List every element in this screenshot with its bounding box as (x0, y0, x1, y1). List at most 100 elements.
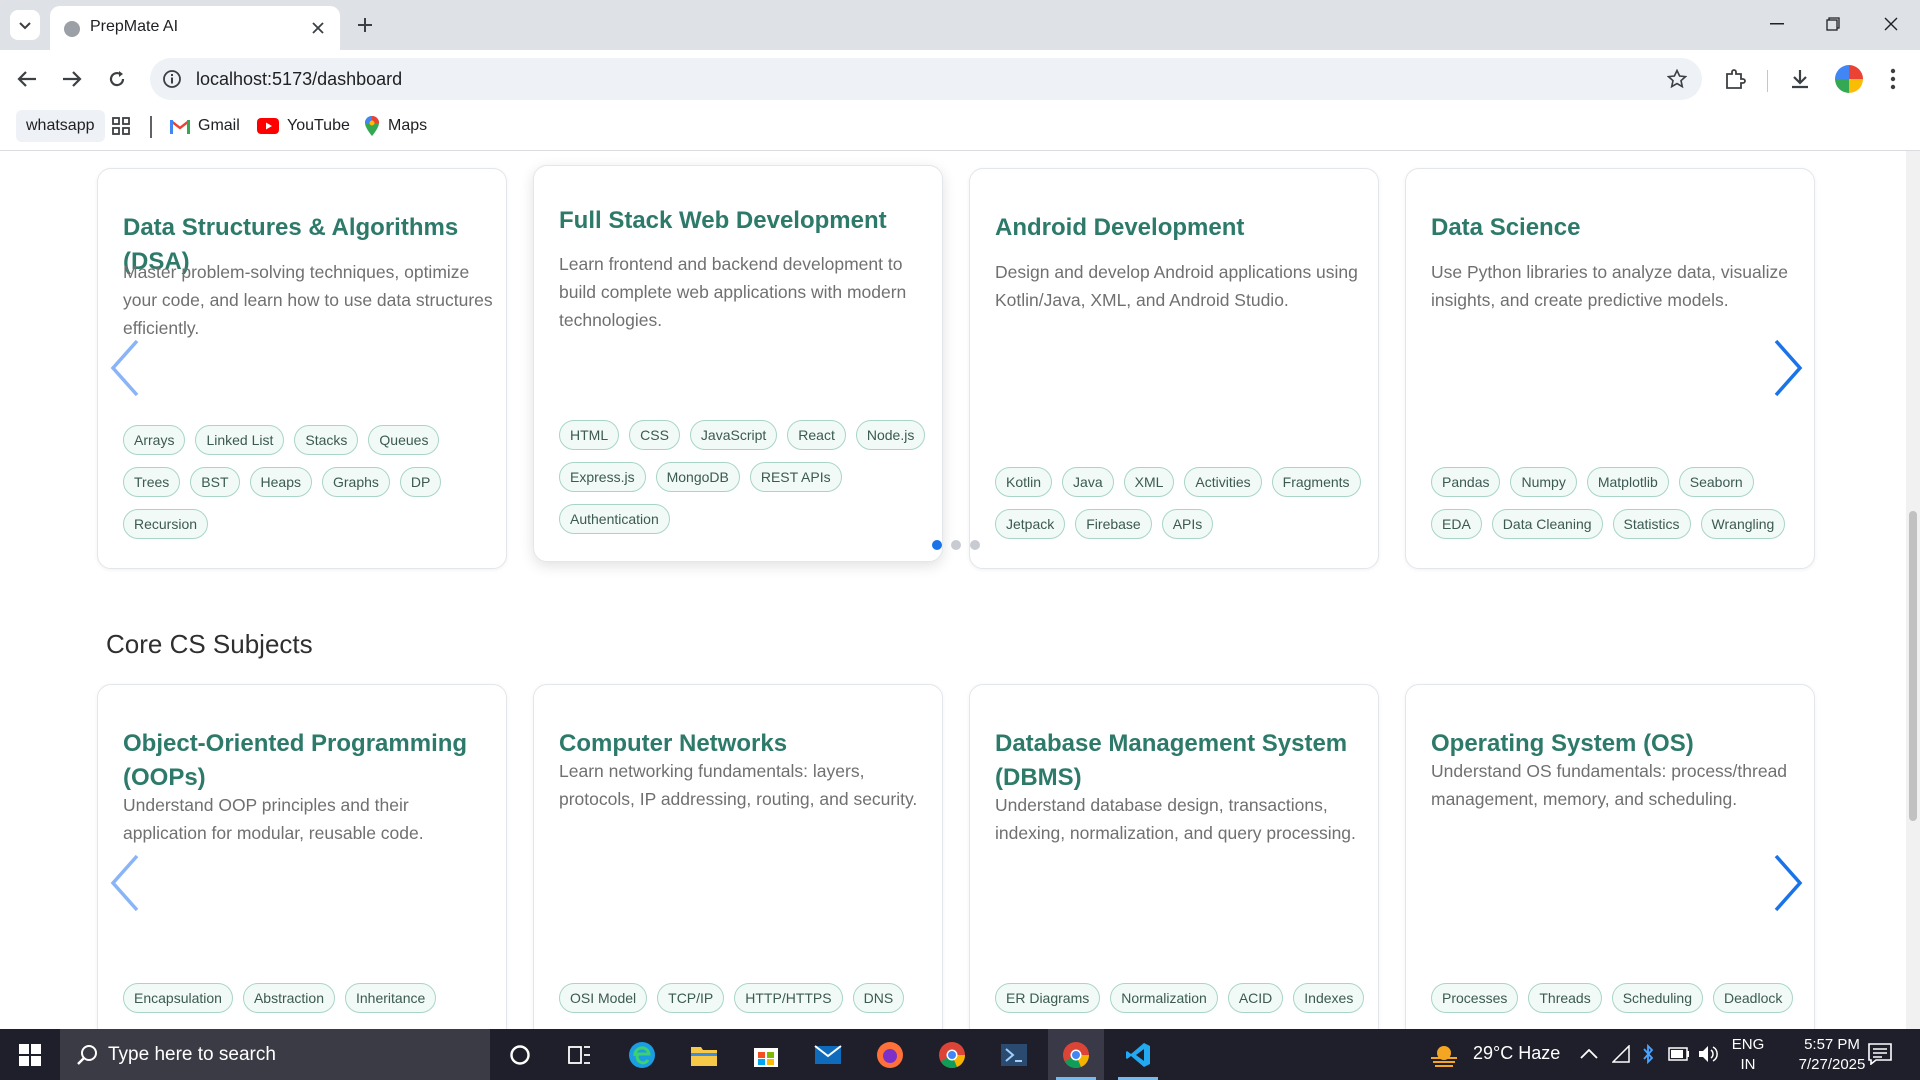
topic-tag[interactable]: EDA (1431, 509, 1482, 539)
topic-tag[interactable]: Threads (1528, 983, 1602, 1013)
subject-card-networks[interactable]: Computer Networks Learn networking funda… (533, 684, 943, 1029)
topic-tag[interactable]: Wrangling (1700, 509, 1786, 539)
course-card-android[interactable]: Android Development Design and develop A… (969, 168, 1379, 569)
store-app[interactable] (738, 1029, 794, 1080)
carousel-prev-button[interactable] (105, 336, 145, 400)
topic-tag[interactable]: React (787, 420, 846, 450)
topic-tag[interactable]: Recursion (123, 509, 209, 539)
topic-tag[interactable]: CSS (629, 420, 680, 450)
topic-tag[interactable]: Java (1062, 467, 1114, 497)
topic-tag[interactable]: Matplotlib (1586, 467, 1669, 497)
new-tab-button[interactable] (350, 10, 380, 40)
notification-icon[interactable] (1868, 1043, 1892, 1065)
topic-tag[interactable]: Trees (123, 467, 181, 497)
edge-app[interactable] (614, 1029, 670, 1080)
wifi-icon[interactable] (1612, 1045, 1630, 1063)
topic-tag[interactable]: APIs (1161, 509, 1214, 539)
forward-button[interactable] (55, 62, 89, 96)
topic-tag[interactable]: MongoDB (655, 462, 740, 492)
topic-tag[interactable]: ACID (1227, 983, 1284, 1013)
topic-tag[interactable]: Indexes (1293, 983, 1365, 1013)
subject-card-dbms[interactable]: Database Management System (DBMS) Unders… (969, 684, 1379, 1029)
volume-icon[interactable] (1698, 1045, 1718, 1063)
topic-tag[interactable]: ER Diagrams (995, 983, 1101, 1013)
codeblocks-app[interactable] (986, 1029, 1042, 1080)
tab-close-button[interactable] (306, 16, 330, 40)
topic-tag[interactable]: BST (190, 467, 240, 497)
bookmark-star-button[interactable] (1664, 66, 1690, 92)
topic-tag[interactable]: Deadlock (1713, 983, 1794, 1013)
subject-card-oops[interactable]: Object-Oriented Programming (OOPs) Under… (97, 684, 507, 1029)
minimize-button[interactable] (1754, 8, 1800, 40)
start-button[interactable] (0, 1029, 60, 1080)
course-card-fullstack[interactable]: Full Stack Web Development Learn fronten… (533, 165, 943, 562)
mail-app[interactable] (800, 1029, 856, 1080)
window-close-button[interactable] (1868, 8, 1914, 40)
reload-button[interactable] (100, 62, 134, 96)
topic-tag[interactable]: Abstraction (242, 983, 335, 1013)
chrome-app[interactable] (924, 1029, 980, 1080)
carousel-next-button[interactable] (1768, 336, 1808, 400)
topic-tag[interactable]: DNS (852, 983, 905, 1013)
bookmark-apps[interactable] (112, 110, 130, 142)
url-text[interactable]: localhost:5173/dashboard (196, 69, 402, 90)
pagination-dot-active[interactable] (932, 540, 942, 550)
topic-tag[interactable]: Queues (368, 425, 440, 455)
course-card-data-science[interactable]: Data Science Use Python libraries to ana… (1405, 168, 1815, 569)
extensions-button[interactable] (1718, 62, 1752, 96)
clock[interactable]: 5:57 PM 7/27/2025 (1782, 1035, 1882, 1075)
topic-tag[interactable]: Numpy (1510, 467, 1577, 497)
task-view-button[interactable] (552, 1029, 608, 1080)
address-bar[interactable]: localhost:5173/dashboard (150, 58, 1702, 100)
course-card-dsa[interactable]: Data Structures & Algorithms (DSA) Maste… (97, 168, 507, 569)
file-explorer-app[interactable] (676, 1029, 732, 1080)
chrome-window-active[interactable] (1048, 1029, 1104, 1080)
language-indicator[interactable]: ENG IN (1728, 1035, 1768, 1075)
topic-tag[interactable]: Statistics (1612, 509, 1691, 539)
tab-search-button[interactable] (10, 10, 40, 40)
topic-tag[interactable]: Node.js (855, 420, 926, 450)
topic-tag[interactable]: Pandas (1431, 467, 1501, 497)
topic-tag[interactable]: Processes (1431, 983, 1519, 1013)
topic-tag[interactable]: OSI Model (559, 983, 648, 1013)
topic-tag[interactable]: Encapsulation (123, 983, 233, 1013)
bookmark-youtube[interactable]: YouTube (257, 110, 350, 142)
cortana-button[interactable] (492, 1029, 548, 1080)
vscode-app[interactable] (1110, 1029, 1166, 1080)
topic-tag[interactable]: Inheritance (345, 983, 437, 1013)
bookmark-whatsapp[interactable]: whatsapp (16, 110, 105, 142)
topic-tag[interactable]: Linked List (195, 425, 285, 455)
topic-tag[interactable]: TCP/IP (657, 983, 725, 1013)
topic-tag[interactable]: XML (1123, 467, 1175, 497)
topic-tag[interactable]: JavaScript (689, 420, 778, 450)
topic-tag[interactable]: Arrays (123, 425, 186, 455)
weather-widget[interactable] (1424, 1029, 1464, 1080)
scrollbar-thumb[interactable] (1909, 511, 1917, 821)
pagination-dot[interactable] (970, 540, 980, 550)
topic-tag[interactable]: Jetpack (995, 509, 1066, 539)
topic-tag[interactable]: Graphs (321, 467, 390, 497)
topic-tag[interactable]: Scheduling (1611, 983, 1703, 1013)
battery-icon[interactable] (1668, 1047, 1690, 1061)
topic-tag[interactable]: Kotlin (995, 467, 1053, 497)
topic-tag[interactable]: Heaps (249, 467, 312, 497)
topic-tag[interactable]: HTML (559, 420, 620, 450)
restore-button[interactable] (1810, 8, 1856, 40)
topic-tag[interactable]: Seaborn (1678, 467, 1754, 497)
topic-tag[interactable]: Data Cleaning (1491, 509, 1603, 539)
weather-text[interactable]: 29°C Haze (1473, 1043, 1560, 1064)
topic-tag[interactable]: Fragments (1271, 467, 1361, 497)
chevron-up-icon[interactable] (1580, 1049, 1598, 1059)
site-info-button[interactable] (160, 67, 184, 91)
bluetooth-icon[interactable] (1642, 1044, 1654, 1064)
taskbar-search-box[interactable]: Type here to search (60, 1029, 490, 1080)
firefox-app[interactable] (862, 1029, 918, 1080)
topic-tag[interactable]: Express.js (559, 462, 646, 492)
topic-tag[interactable]: Stacks (294, 425, 359, 455)
carousel-prev-button[interactable] (105, 851, 145, 915)
chrome-menu-button[interactable] (1876, 62, 1910, 96)
topic-tag[interactable]: HTTP/HTTPS (734, 983, 843, 1013)
bookmark-gmail[interactable]: Gmail (170, 110, 240, 142)
browser-tab[interactable]: PrepMate AI (50, 6, 340, 50)
topic-tag[interactable]: REST APIs (749, 462, 842, 492)
